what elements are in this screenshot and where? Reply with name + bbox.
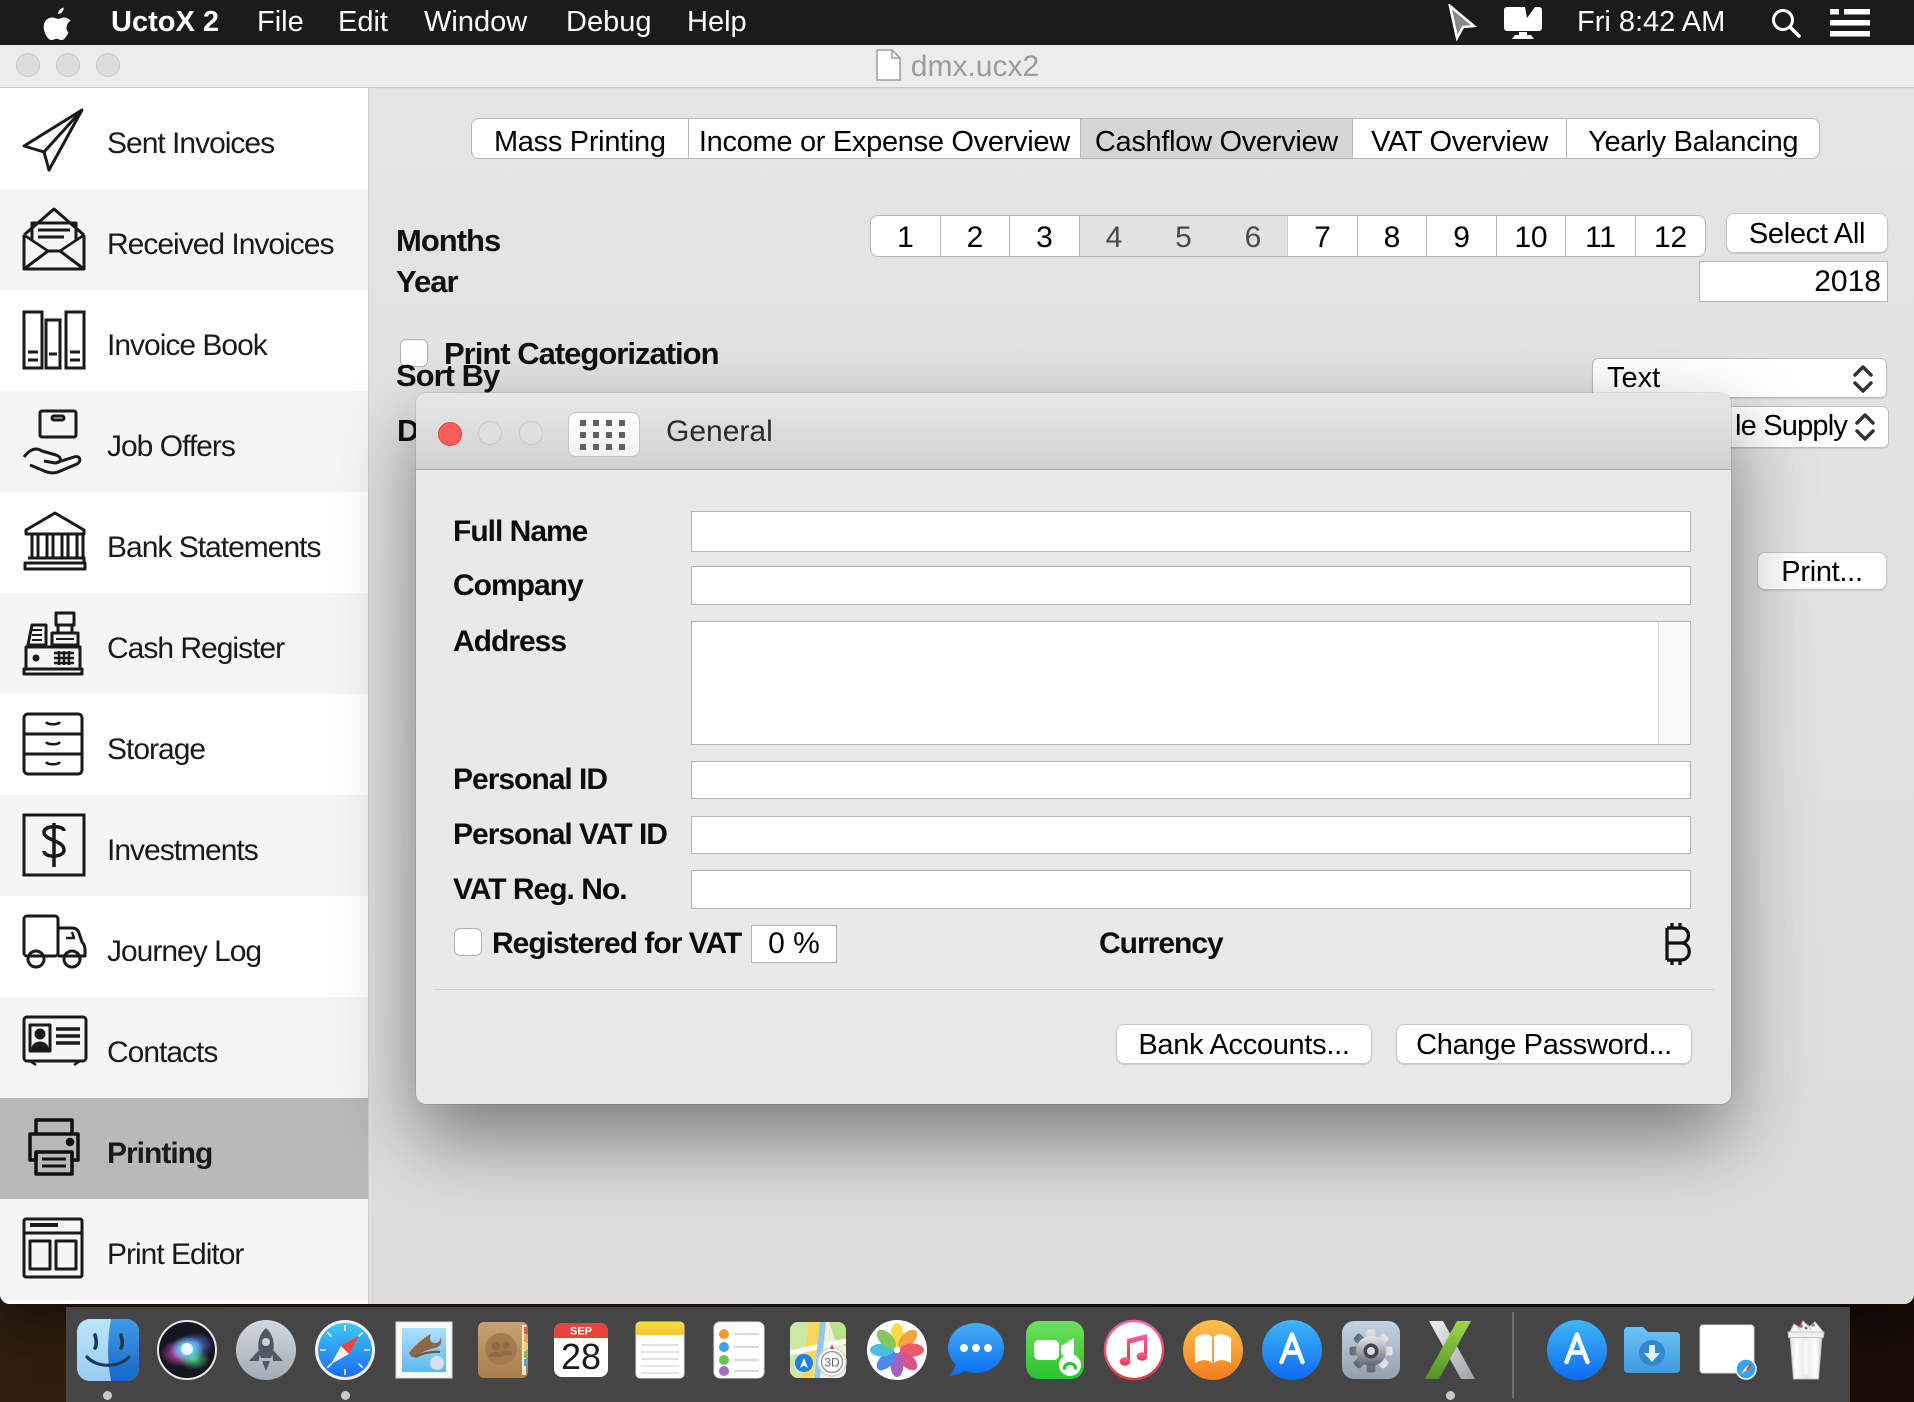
svg-text:28: 28 [561,1336,601,1377]
svg-text:3D: 3D [824,1356,840,1370]
